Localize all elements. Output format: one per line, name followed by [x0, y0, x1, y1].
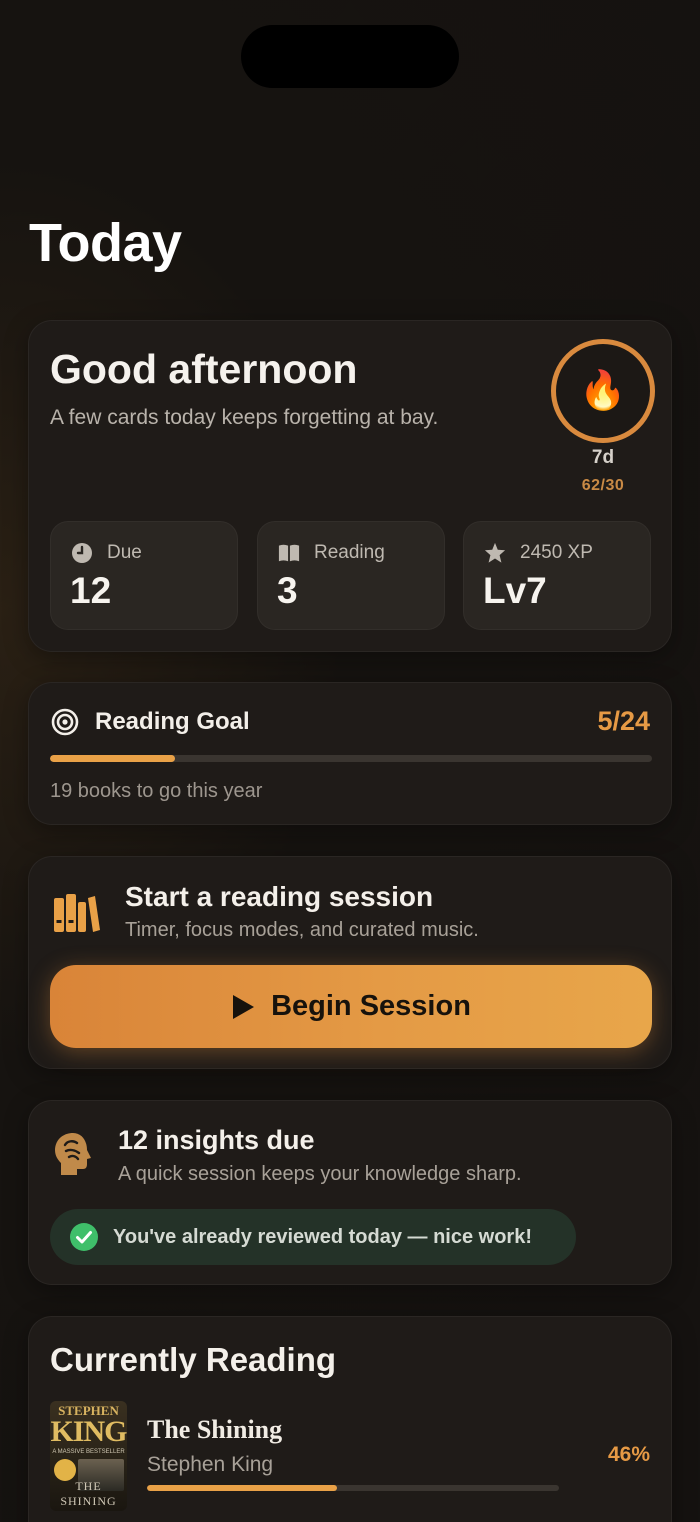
stat-reading-value: 3 [277, 570, 298, 611]
stat-due[interactable]: Due 12 [50, 521, 238, 630]
session-title: Start a reading session [125, 881, 434, 912]
currently-reading-title: Currently Reading [50, 1341, 337, 1378]
greeting-subtitle: A few cards today keeps forgetting at ba… [50, 406, 439, 429]
streak-days: 7d [591, 447, 615, 468]
stat-xp[interactable]: 2450 XP Lv7 [463, 521, 651, 630]
greeting-title: Good afternoon [50, 346, 358, 392]
stat-reading-label: Reading [314, 542, 385, 563]
check-circle-icon [70, 1223, 98, 1251]
insights-title: 12 insights due [118, 1125, 315, 1155]
cover-badge [54, 1459, 76, 1481]
stat-reading[interactable]: Reading 3 [257, 521, 445, 630]
clock-icon [71, 542, 93, 564]
books-icon [54, 894, 100, 932]
book-cover[interactable]: STEPHEN KING A MASSIVE BESTSELLER THE SH… [50, 1401, 127, 1511]
reading-goal-count: 5/24 [597, 706, 650, 736]
book-author: Stephen King [147, 1453, 274, 1476]
reading-goal-progress-bar [50, 755, 652, 762]
cover-surname-text: KING [50, 1415, 127, 1448]
begin-session-label: Begin Session [271, 990, 471, 1022]
reading-goal-card[interactable]: Reading Goal 5/24 19 books to go this ye… [28, 682, 672, 825]
book-progress-fill [147, 1485, 337, 1491]
reading-goal-label: Reading Goal [95, 708, 250, 735]
cover-tagline: A MASSIVE BESTSELLER [52, 1449, 125, 1455]
stat-due-value: 12 [70, 570, 112, 611]
reading-goal-progress-fill [50, 755, 176, 762]
target-icon [51, 708, 79, 736]
stat-level-value: Lv7 [483, 570, 547, 611]
streak-ring[interactable]: 🔥 [551, 339, 655, 443]
stat-due-label: Due [107, 542, 142, 563]
play-icon [233, 994, 255, 1019]
book-title[interactable]: The Shining [147, 1415, 282, 1445]
page-title: Today [29, 213, 182, 273]
streak-count: 62/30 [581, 477, 625, 494]
book-open-icon [278, 542, 300, 564]
dynamic-island [241, 25, 459, 88]
book-progress-bar [147, 1485, 559, 1491]
stat-xp-label: 2450 XP [520, 542, 593, 563]
insights-card[interactable]: 12 insights due A quick session keeps yo… [28, 1100, 672, 1285]
currently-reading-card: Currently Reading STEPHEN KING A MASSIVE… [28, 1316, 672, 1522]
book-progress-percent: 46% [607, 1443, 650, 1466]
insights-subtitle: A quick session keeps your knowledge sha… [118, 1163, 522, 1185]
star-icon [484, 542, 506, 564]
session-subtitle: Timer, focus modes, and curated music. [125, 919, 479, 941]
reviewed-badge: You've already reviewed today — nice wor… [50, 1209, 576, 1265]
flame-icon: 🔥 [579, 370, 627, 412]
begin-session-button[interactable]: Begin Session [50, 965, 652, 1048]
reading-session-card: Start a reading session Timer, focus mod… [28, 856, 672, 1069]
cover-book-text: THE SHINING [60, 1479, 117, 1508]
brain-head-icon [55, 1133, 91, 1175]
reviewed-text: You've already reviewed today — nice wor… [113, 1225, 532, 1248]
greeting-card: Good afternoon A few cards today keeps f… [28, 320, 672, 652]
reading-goal-note: 19 books to go this year [50, 780, 263, 802]
